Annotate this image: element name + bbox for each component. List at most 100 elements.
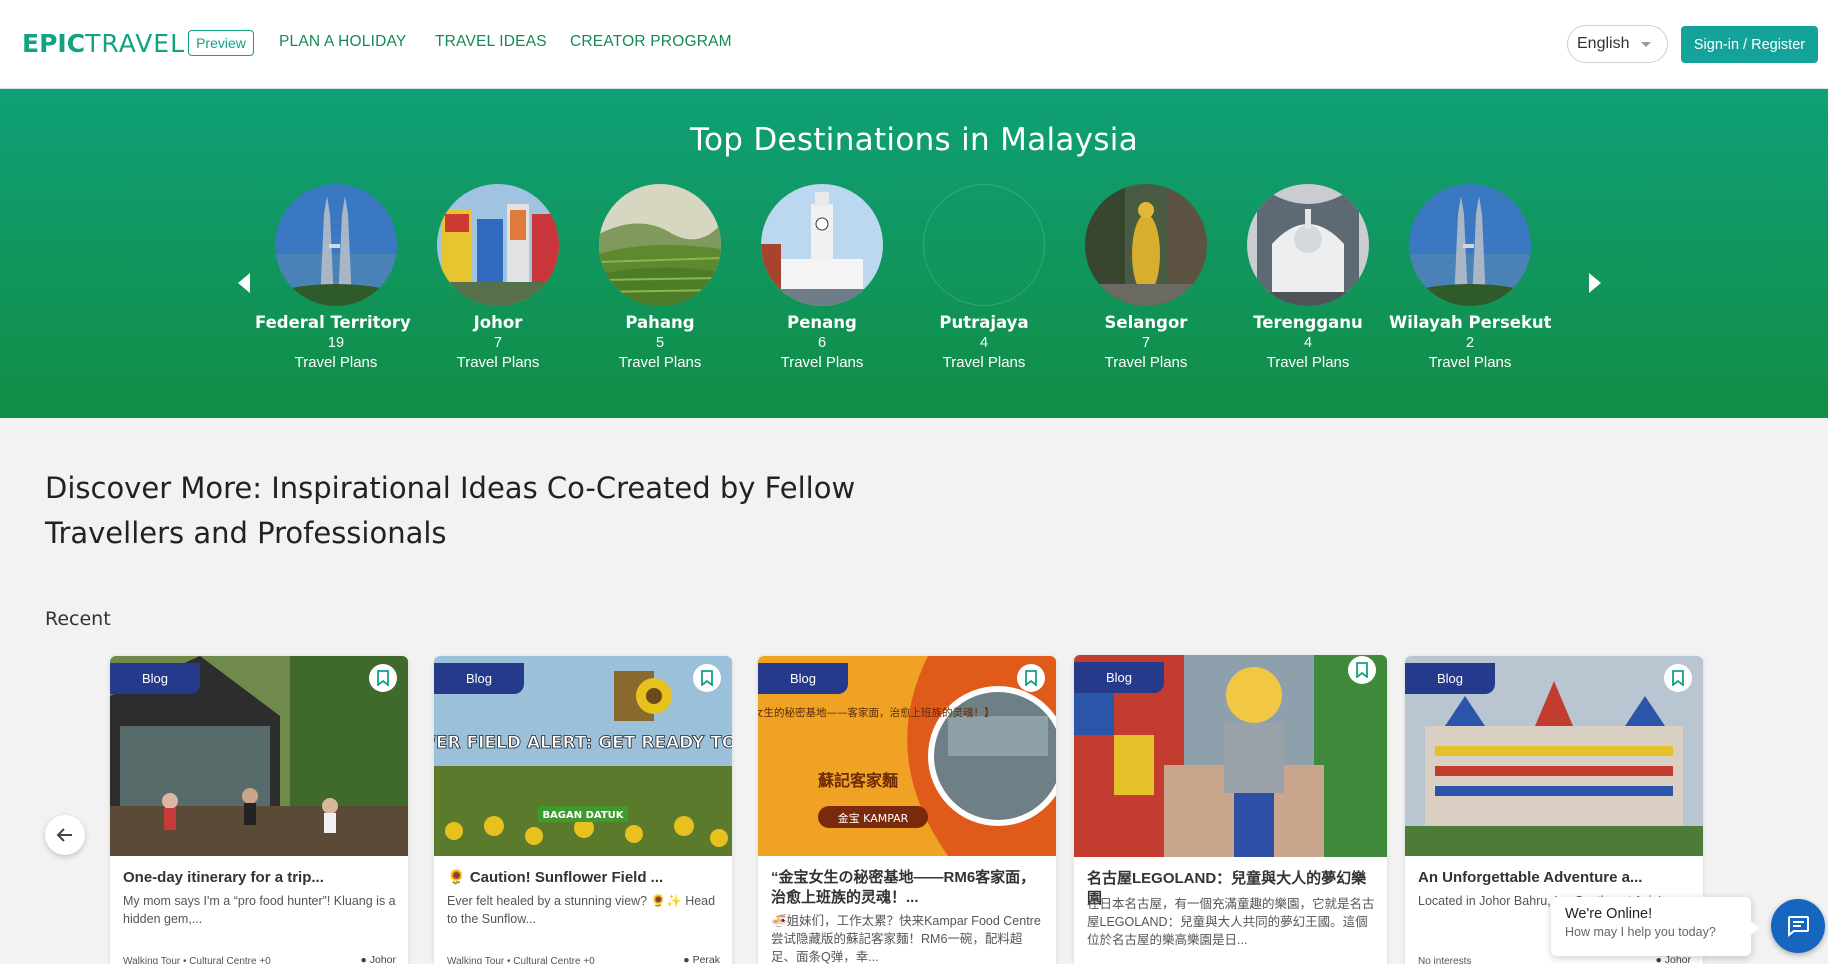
chevron-right-icon[interactable] [1589,273,1601,293]
idea-card[interactable]: Blog One-day itinerary for a trip... My … [110,656,408,964]
signin-register-button[interactable]: Sign-in / Register [1681,26,1818,63]
card-type-tag: Blog [110,663,200,694]
card-image-caption: 【金宝女生的秘密基地——客家面，治愈上班族的灵魂！】 [758,706,995,719]
destination-name: Terengganu [1253,313,1363,332]
recent-label: Recent [45,608,111,630]
card-description: 🍜姐妹们，工作太累？快来Kampar Food Centre尝试隐藏版的蘇記客家… [771,914,1041,964]
destination-wilayah-persekutuan[interactable]: Wilayah Persekutu 2 Travel Plans [1389,184,1551,371]
card-location-text: Perak [692,954,720,964]
top-destinations-banner: Top Destinations in Malaysia Federal Ter… [0,89,1828,418]
card-description: 在日本名古屋，有一個充滿童趣的樂園，它就是名古屋LEGOLAND：兒童與大人共同… [1087,897,1375,947]
card-type-tag: Blog [758,663,848,694]
bookmark-button[interactable] [1664,664,1692,692]
card-title: 🌻 Caution! Sunflower Field ... [447,869,664,886]
language-select-value: English [1577,35,1630,52]
card-location-text: Johor [369,954,396,964]
chat-icon [1788,916,1809,937]
hero-title: Top Destinations in Malaysia [689,122,1139,158]
destination-plan-label: Travel Plans [294,354,378,371]
destination-federal-territory[interactable]: Federal Territory ... 19 Travel Plans [255,184,417,371]
destination-plan-count: 4 [1303,335,1313,351]
card-type-tag: Blog [434,663,524,694]
destination-plan-label: Travel Plans [456,354,540,371]
bookmark-icon [1672,670,1684,686]
destination-plan-label: Travel Plans [942,354,1026,371]
chat-subtitle: How may I help you today? [1565,925,1716,939]
card-meta: Walking Tour • Cultural Centre +0 [123,956,271,964]
destination-plan-label: Travel Plans [1266,354,1350,371]
destination-pahang[interactable]: Pahang 5 Travel Plans [579,184,741,371]
destination-plan-count: 19 [327,335,345,351]
destination-name: Pahang [625,313,695,332]
map-pin-icon: ● [683,954,690,964]
bookmark-button[interactable] [1348,656,1376,684]
bookmark-button[interactable] [369,664,397,692]
destination-selangor[interactable]: Selangor 7 Travel Plans [1065,184,1227,371]
card-meta: Walking Tour • Cultural Centre +0 [447,956,595,964]
map-pin-icon: ● [360,954,367,964]
card-image-location: 金宝 KAMPAR [838,811,909,825]
chevron-left-icon[interactable] [238,273,250,293]
idea-card[interactable]: 【金宝女生的秘密基地——客家面，治愈上班族的灵魂！】 蘇記客家麵 金宝 KAMP… [758,656,1056,964]
caret-down-icon [1641,42,1651,47]
destination-johor[interactable]: Johor 7 Travel Plans [417,184,579,371]
logo-travel-text: TRAVEL [85,28,186,58]
destination-plan-count: 2 [1465,335,1475,351]
destination-putrajaya[interactable]: Putrajaya 4 Travel Plans [903,184,1065,371]
language-select[interactable]: English [1567,25,1668,63]
destination-plan-label: Travel Plans [1104,354,1188,371]
destination-name: Federal Territory ... [255,313,417,332]
chat-greeting-popup[interactable]: We're Online! How may I help you today? [1551,897,1759,956]
destination-image [1409,184,1531,306]
destination-plan-label: Travel Plans [780,354,864,371]
preview-badge: Preview [188,30,254,56]
card-location: ● Perak [683,954,720,964]
nav-creator-program[interactable]: CREATOR PROGRAM [570,33,732,51]
destination-image [275,184,397,306]
destination-plan-count: 6 [817,335,827,351]
destination-image [923,184,1045,306]
card-title: “金宝女生の秘密基地——RM6客家面，治愈上班族的灵魂！... [771,869,1036,906]
idea-card[interactable]: Blog 名古屋LEGOLAND：兒童與大人的夢幻樂園 在日本名古屋，有一個充滿… [1074,655,1387,964]
destination-plan-count: 7 [1141,335,1151,351]
card-description: Ever felt healed by a stunning view? 🌻✨ … [447,894,716,926]
destination-plan-count: 5 [655,335,665,351]
card-type-tag: Blog [1074,662,1164,693]
destination-plan-count: 4 [979,335,989,351]
bookmark-icon [1356,662,1368,678]
card-meta: No interests [1418,956,1472,964]
card-image-caption: CAUTION! SUNFLOWER FIELD ALERT: GET READ… [434,733,732,753]
destination-name: Selangor [1104,313,1188,332]
epictravel-logo[interactable]: EPIC TRAVEL [22,28,185,58]
destination-name: Penang [787,313,857,332]
logo-epic-text: EPIC [22,28,86,58]
card-type-tag: Blog [1405,663,1495,694]
idea-card[interactable]: CAUTION! SUNFLOWER FIELD ALERT: GET READ… [434,656,732,964]
destination-name: Wilayah Persekutu [1389,313,1551,332]
bookmark-icon [377,670,389,686]
destination-image [761,184,883,306]
destination-image [1247,184,1369,306]
card-title: An Unforgettable Adventure a... [1418,869,1643,886]
bookmark-button[interactable] [1017,664,1045,692]
destination-image [599,184,721,306]
destination-name: Johor [473,313,523,332]
nav-plan-a-holiday[interactable]: PLAN A HOLIDAY [279,33,406,51]
destination-name: Putrajaya [939,313,1029,332]
carousel-prev-button[interactable] [45,815,85,855]
chat-launcher-button[interactable] [1771,899,1825,953]
discover-title: Discover More: Inspirational Ideas Co-Cr… [45,471,856,550]
bookmark-icon [1025,670,1037,686]
card-title: One-day itinerary for a trip... [123,869,324,886]
arrow-left-icon [56,828,72,842]
destination-terengganu[interactable]: Terengganu 4 Travel Plans [1227,184,1389,371]
destination-plan-label: Travel Plans [618,354,702,371]
chat-title: We're Online! [1565,906,1653,922]
bookmark-button[interactable] [693,664,721,692]
destination-penang[interactable]: Penang 6 Travel Plans [741,184,903,371]
nav-travel-ideas[interactable]: TRAVEL IDEAS [435,33,547,51]
destination-plan-count: 7 [493,335,503,351]
card-image-subcaption: BAGAN DATUK [542,810,624,821]
destination-image [1085,184,1207,306]
card-description: My mom says I'm a “pro food hunter”! Klu… [123,894,396,926]
